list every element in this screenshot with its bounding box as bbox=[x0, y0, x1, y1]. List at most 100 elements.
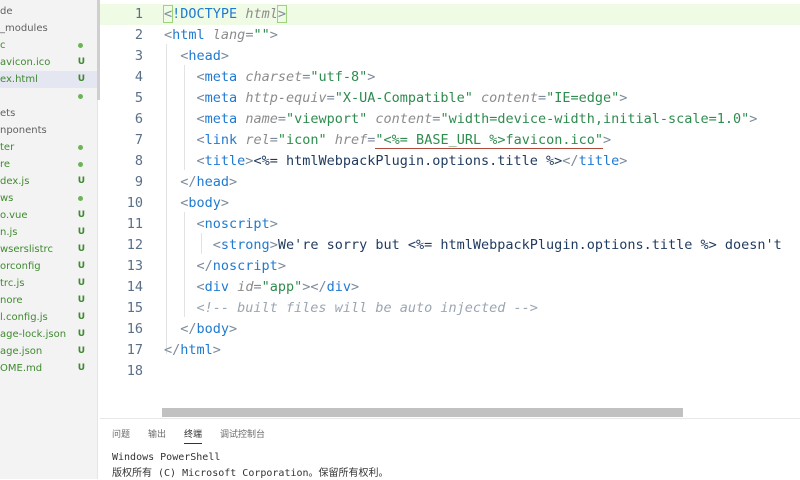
explorer-item[interactable]: l.config.js U bbox=[0, 309, 97, 326]
git-status-badge: U bbox=[77, 329, 85, 339]
terminal-line: 版权所有 (C) Microsoft Corporation。保留所有权利。 bbox=[112, 468, 389, 479]
git-status-badge: U bbox=[77, 295, 85, 305]
line-number: 6 bbox=[134, 111, 143, 127]
line-number: 4 bbox=[134, 69, 143, 85]
explorer-item[interactable]: n.js U bbox=[0, 224, 97, 241]
line-number: 9 bbox=[134, 174, 143, 190]
git-status-badge: U bbox=[77, 176, 85, 186]
code-line[interactable]: 4 <meta charset="utf-8"> bbox=[100, 67, 800, 88]
explorer-item[interactable]: trc.js U bbox=[0, 275, 97, 292]
code-text: </body> bbox=[180, 321, 238, 337]
editor-horizontal-scrollbar[interactable] bbox=[162, 408, 683, 417]
explorer-item[interactable]: orconfig U bbox=[0, 258, 97, 275]
line-number: 12 bbox=[126, 237, 143, 253]
line-number: 7 bbox=[134, 132, 143, 148]
code-text: <head> bbox=[180, 48, 230, 64]
modified-dot-icon bbox=[78, 145, 83, 150]
tab-terminal[interactable]: 终端 bbox=[184, 427, 203, 444]
code-editor[interactable]: 1 <!DOCTYPE html> 2 <html lang=""> 3 <he… bbox=[100, 0, 800, 410]
explorer-item-label: orconfig bbox=[0, 261, 41, 272]
tab-problems[interactable]: 问题 bbox=[112, 427, 130, 443]
git-status-badge: U bbox=[77, 244, 85, 254]
code-text: <body> bbox=[180, 195, 230, 211]
code-line[interactable]: 15 <!-- built files will be auto injecte… bbox=[100, 298, 800, 319]
line-number: 17 bbox=[126, 342, 143, 358]
explorer-item[interactable]: avicon.ico U bbox=[0, 54, 97, 71]
code-line[interactable]: 6 <meta name="viewport" content="width=d… bbox=[100, 109, 800, 130]
code-line[interactable]: 13 </noscript> bbox=[100, 256, 800, 277]
explorer-item-label: c bbox=[0, 40, 6, 51]
explorer-item-label: age-lock.json bbox=[0, 329, 67, 340]
code-text: </noscript> bbox=[196, 258, 286, 274]
code-text: <!-- built files will be auto injected -… bbox=[196, 300, 538, 316]
explorer-item-label: nore bbox=[0, 295, 23, 306]
code-text: <!DOCTYPE html> bbox=[162, 5, 287, 23]
code-text: <meta name="viewport" content="width=dev… bbox=[196, 111, 758, 127]
explorer-item[interactable]: re bbox=[0, 156, 97, 173]
code-line[interactable]: 5 <meta http-equiv="X-UA-Compatible" con… bbox=[100, 88, 800, 109]
explorer-item[interactable]: dex.js U bbox=[0, 173, 97, 190]
explorer-item-label: o.vue bbox=[0, 210, 28, 221]
code-text: <html lang=""> bbox=[164, 27, 278, 43]
explorer-item[interactable]: nponents bbox=[0, 122, 97, 139]
explorer-item[interactable]: age-lock.json U bbox=[0, 326, 97, 343]
explorer-item[interactable]: wserslistrc U bbox=[0, 241, 97, 258]
explorer-item-label: n.js bbox=[0, 227, 18, 238]
explorer-item[interactable]: nore U bbox=[0, 292, 97, 309]
explorer-item[interactable]: o.vue U bbox=[0, 207, 97, 224]
line-number: 11 bbox=[126, 216, 143, 232]
tab-output[interactable]: 输出 bbox=[148, 427, 166, 443]
explorer-item[interactable]: de bbox=[0, 3, 97, 20]
line-number: 15 bbox=[126, 300, 143, 316]
line-number: 8 bbox=[134, 153, 143, 169]
git-status-badge: U bbox=[77, 312, 85, 322]
explorer-item-label: de bbox=[0, 6, 13, 17]
modified-dot-icon bbox=[78, 94, 83, 99]
tab-debug-console[interactable]: 调试控制台 bbox=[220, 427, 265, 443]
code-line[interactable]: 16 </body> bbox=[100, 319, 800, 340]
git-status-badge: U bbox=[77, 363, 85, 373]
terminal-line: Windows PowerShell bbox=[112, 452, 221, 463]
modified-dot-icon bbox=[78, 43, 83, 48]
code-line[interactable]: 14 <div id="app"></div> bbox=[100, 277, 800, 298]
code-line[interactable]: 9 </head> bbox=[100, 172, 800, 193]
code-line[interactable]: 7 <link rel="icon" href="<%= BASE_URL %>… bbox=[100, 130, 800, 151]
code-line[interactable]: 18 bbox=[100, 361, 800, 382]
line-number: 16 bbox=[126, 321, 143, 337]
explorer-item[interactable] bbox=[0, 88, 97, 105]
explorer-item[interactable]: ets bbox=[0, 105, 97, 122]
code-line[interactable]: 10 <body> bbox=[100, 193, 800, 214]
code-line[interactable]: 2 <html lang=""> bbox=[100, 25, 800, 46]
code-line[interactable]: 12 <strong>We're sorry but <%= htmlWebpa… bbox=[100, 235, 800, 256]
explorer-item[interactable]: OME.md U bbox=[0, 360, 97, 377]
explorer-item[interactable]: age.json U bbox=[0, 343, 97, 360]
explorer-item[interactable]: c bbox=[0, 37, 97, 54]
code-line[interactable]: 1 <!DOCTYPE html> bbox=[100, 4, 800, 25]
explorer-item[interactable]: ws bbox=[0, 190, 97, 207]
explorer-item-label: OME.md bbox=[0, 363, 43, 374]
line-number: 18 bbox=[126, 363, 143, 379]
explorer-item-label: avicon.ico bbox=[0, 57, 51, 68]
code-line[interactable]: 3 <head> bbox=[100, 46, 800, 67]
explorer-item-label: dex.js bbox=[0, 176, 30, 187]
code-text: <strong>We're sorry but <%= htmlWebpackP… bbox=[212, 237, 782, 253]
git-status-badge: U bbox=[77, 278, 85, 288]
code-text: <div id="app"></div> bbox=[196, 279, 360, 295]
line-number: 14 bbox=[126, 279, 143, 295]
explorer-item-selected[interactable]: ex.html U bbox=[0, 71, 97, 88]
code-text: <meta http-equiv="X-UA-Compatible" conte… bbox=[196, 90, 628, 106]
code-line[interactable]: 11 <noscript> bbox=[100, 214, 800, 235]
code-line[interactable]: 17 </html> bbox=[100, 340, 800, 361]
code-line[interactable]: 8 <title><%= htmlWebpackPlugin.options.t… bbox=[100, 151, 800, 172]
code-text: <noscript> bbox=[196, 216, 278, 232]
line-number: 3 bbox=[134, 48, 143, 64]
line-number: 5 bbox=[134, 90, 143, 106]
modified-dot-icon bbox=[78, 162, 83, 167]
explorer-item-label: l.config.js bbox=[0, 312, 48, 323]
explorer-item[interactable]: _modules bbox=[0, 20, 97, 37]
line-number: 13 bbox=[126, 258, 143, 274]
git-status-badge: U bbox=[77, 227, 85, 237]
modified-dot-icon bbox=[78, 196, 83, 201]
explorer-item[interactable]: ter bbox=[0, 139, 97, 156]
explorer-item-label: _modules bbox=[0, 23, 48, 34]
